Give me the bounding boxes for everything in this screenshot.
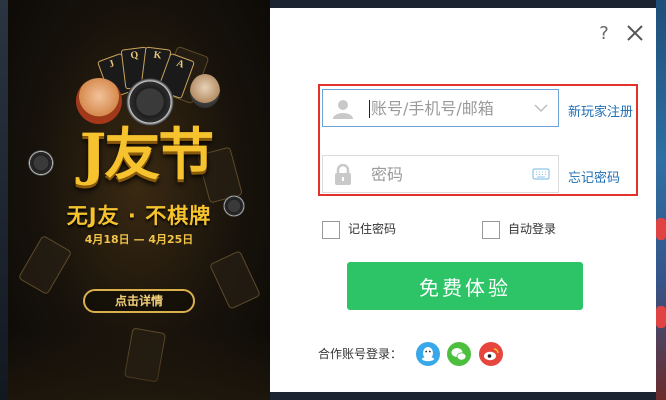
register-link[interactable]: 新玩家注册 bbox=[568, 101, 633, 120]
chevron-down-icon[interactable] bbox=[532, 100, 550, 116]
keyboard-icon[interactable] bbox=[532, 166, 550, 182]
remember-password-label: 记住密码 bbox=[348, 222, 397, 236]
forgot-password-link[interactable]: 忘记密码 bbox=[568, 167, 620, 186]
auto-login-label: 自动登录 bbox=[508, 222, 557, 236]
account-field[interactable] bbox=[322, 89, 559, 127]
mascot-character bbox=[190, 74, 220, 108]
close-icon[interactable] bbox=[624, 22, 646, 44]
question-mark-icon[interactable]: ? bbox=[596, 24, 612, 44]
password-field[interactable] bbox=[322, 155, 559, 193]
event-logo-text: J友节 bbox=[79, 122, 215, 188]
checkbox-box[interactable] bbox=[322, 220, 340, 239]
frame-decoration bbox=[656, 306, 666, 328]
account-input[interactable] bbox=[371, 90, 521, 126]
window-frame-left bbox=[0, 0, 8, 400]
window-frame-right bbox=[656, 0, 666, 400]
view-details-button[interactable]: 点击详情 bbox=[83, 289, 195, 313]
password-input[interactable] bbox=[371, 156, 521, 192]
banner-bottom-decoration bbox=[8, 330, 270, 400]
checkbox-box[interactable] bbox=[482, 220, 500, 239]
free-trial-button[interactable]: 免费体验 bbox=[347, 262, 583, 310]
text-caret bbox=[369, 100, 370, 118]
partner-login-label: 合作账号登录： bbox=[318, 347, 403, 361]
qq-icon[interactable] bbox=[416, 342, 440, 366]
login-window: J Q K A J友节 无J友 · 不棋牌 4月18日 — 4月25日 点击详情… bbox=[0, 0, 666, 400]
banner-dates: 4月18日 — 4月25日 bbox=[84, 233, 194, 246]
remember-password-checkbox[interactable]: 记住密码 bbox=[322, 220, 396, 240]
weibo-icon[interactable] bbox=[479, 342, 503, 366]
user-icon bbox=[331, 98, 355, 120]
frame-decoration bbox=[656, 218, 666, 240]
event-logo: J友节 bbox=[46, 110, 246, 190]
card-decoration bbox=[209, 250, 261, 310]
lock-icon bbox=[331, 163, 355, 186]
promo-banner[interactable]: J Q K A J友节 无J友 · 不棋牌 4月18日 — 4月25日 点击详情 bbox=[8, 0, 270, 400]
auto-login-checkbox[interactable]: 自动登录 bbox=[482, 220, 556, 240]
wechat-icon[interactable] bbox=[447, 342, 471, 366]
banner-slogan: 无J友 · 不棋牌 bbox=[66, 204, 212, 228]
login-panel: ? 新玩家注册 忘记密码 记住密码 bbox=[270, 8, 656, 392]
